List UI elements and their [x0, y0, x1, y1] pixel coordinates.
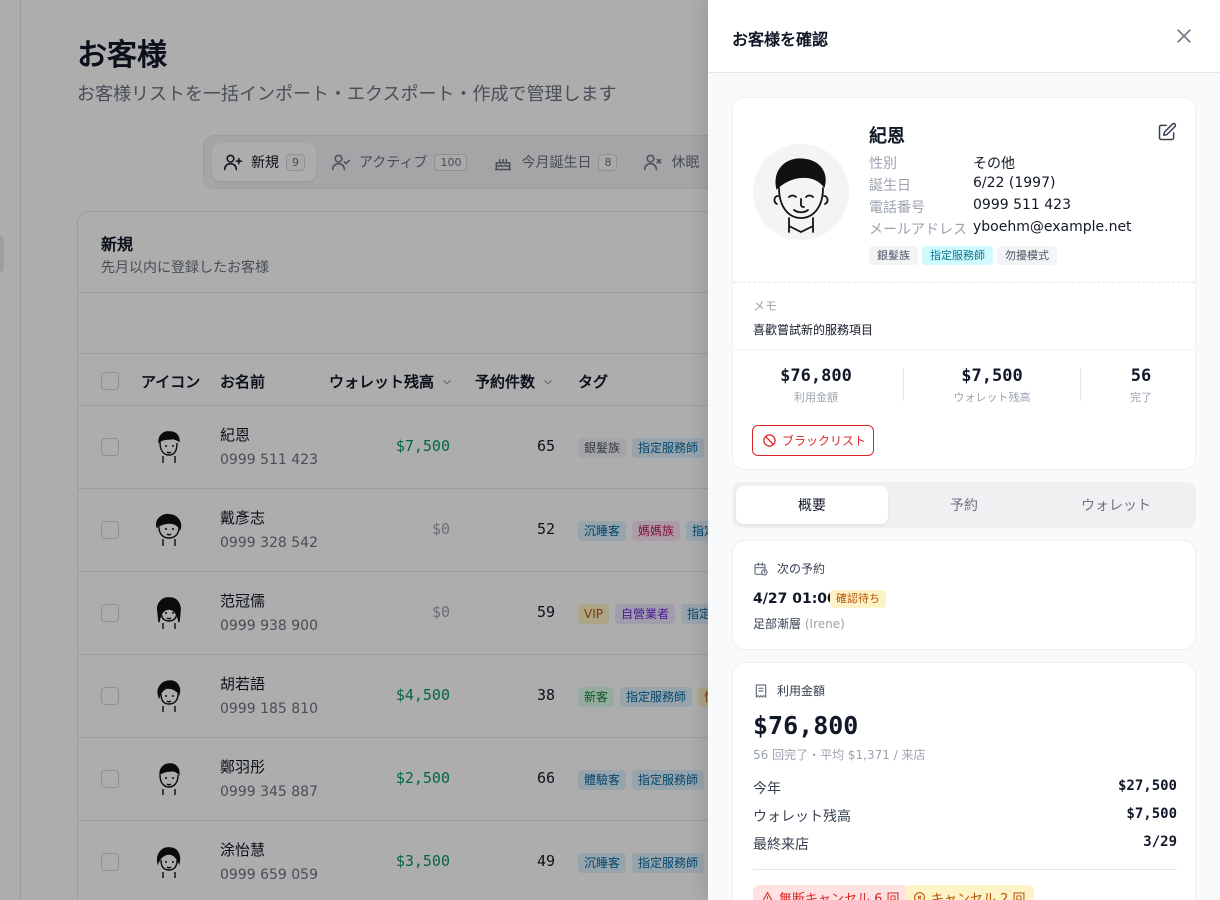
tag: 指定服務師 [922, 246, 993, 265]
field-label: 誕生日 [869, 178, 911, 194]
status-badge: 確認待ち [830, 590, 886, 608]
edit-icon [1158, 122, 1177, 141]
stat-label: 完了 [1130, 391, 1152, 404]
stat-wallet: $7,500 ウォレット残高 [915, 366, 1069, 405]
memo-label: メモ [753, 299, 778, 313]
row-value: $27,500 [1117, 778, 1177, 794]
divider [903, 368, 904, 401]
section-heading: 利用金額 [753, 682, 825, 699]
field-label: 電話番号 [869, 200, 925, 216]
section-heading-label: 利用金額 [777, 684, 826, 698]
edit-button[interactable] [1157, 122, 1177, 142]
tab-overview[interactable]: 概要 [736, 486, 888, 524]
stat-label: ウォレット残高 [953, 391, 1031, 404]
booking-service[interactable]: 足部漸層 (Irene) [753, 615, 845, 632]
avatar [753, 144, 849, 240]
customer-name: 紀恩 [869, 126, 905, 147]
alert-triangle-icon [762, 891, 773, 900]
blacklist-label: ブラックリスト [782, 434, 867, 448]
x-circle-icon [914, 891, 925, 900]
stat-total-spent: $76,800 利用金額 [739, 366, 893, 405]
close-icon [1177, 29, 1191, 43]
tag: 銀髮族 [869, 246, 918, 265]
field-value: 6/22 (1997) [973, 175, 1056, 191]
total-spent: $76,800 [753, 711, 859, 740]
section-heading-label: 次の予約 [777, 562, 826, 576]
avatar-illustration [773, 158, 829, 234]
tab-wallet[interactable]: ウォレット [1040, 486, 1192, 524]
memo-text: 喜歡嘗試新的服務項目 [753, 323, 874, 337]
customer-detail-panel: お客様を確認 紀恩 性別 その他 誕生日 6/22 (1997) 電話番号 09… [708, 0, 1220, 900]
ban-icon [763, 434, 776, 447]
next-booking-card: 次の予約 4/27 01:00 確認待ち 足部漸層 (Irene) [732, 540, 1196, 650]
panel-header: お客様を確認 [708, 0, 1220, 73]
divider [733, 349, 1195, 350]
modal-backdrop[interactable] [0, 0, 708, 900]
calendar-clock-icon [754, 561, 768, 576]
row-label: ウォレット残高 [753, 809, 851, 825]
cancel-label: キャンセル 2 回 [931, 891, 1026, 900]
divider [753, 869, 1177, 870]
row-value: $7,500 [1126, 806, 1177, 822]
blacklist-button[interactable]: ブラックリスト [752, 425, 874, 456]
tab-bookings[interactable]: 予約 [888, 486, 1040, 524]
no-show-badge: 無断キャンセル 6 回 [753, 885, 908, 900]
tag-list: 銀髮族 指定服務師 勿擾模式 [869, 246, 1057, 265]
field-label: 性別 [869, 156, 897, 172]
row-label: 最終来店 [753, 837, 809, 853]
section-heading: 次の予約 [753, 560, 825, 577]
stat-completed: 56 完了 [1064, 366, 1218, 405]
divider [733, 282, 1195, 283]
field-value: その他 [973, 156, 1015, 172]
tag: 勿擾模式 [997, 246, 1057, 265]
stat-value: $76,800 [780, 366, 852, 386]
detail-tabs: 概要 予約 ウォレット [732, 482, 1196, 528]
cancel-badge: キャンセル 2 回 [905, 885, 1034, 900]
profile-card: 紀恩 性別 その他 誕生日 6/22 (1997) 電話番号 0999 511 … [732, 97, 1196, 470]
close-button[interactable] [1170, 22, 1198, 50]
receipt-icon [755, 683, 767, 698]
panel-title: お客様を確認 [732, 30, 829, 49]
booking-datetime: 4/27 01:00 [753, 591, 837, 607]
spending-card: 利用金額 $76,800 56 回完了・平均 $1,371 / 来店 今年 $2… [732, 662, 1196, 900]
no-show-label: 無断キャンセル 6 回 [779, 891, 900, 900]
service-name: 足部漸層 [753, 617, 802, 631]
stat-value: 56 [1130, 366, 1152, 386]
field-label: メールアドレス [869, 222, 967, 238]
field-value: yboehm@example.net [973, 219, 1132, 235]
row-value: 3/29 [1143, 834, 1177, 850]
stat-value: $7,500 [961, 366, 1023, 386]
staff-name: (Irene) [804, 617, 845, 631]
stat-label: 利用金額 [794, 391, 838, 404]
spending-summary: 56 回完了・平均 $1,371 / 来店 [753, 748, 926, 762]
field-value: 0999 511 423 [973, 197, 1071, 213]
row-label: 今年 [753, 781, 781, 797]
